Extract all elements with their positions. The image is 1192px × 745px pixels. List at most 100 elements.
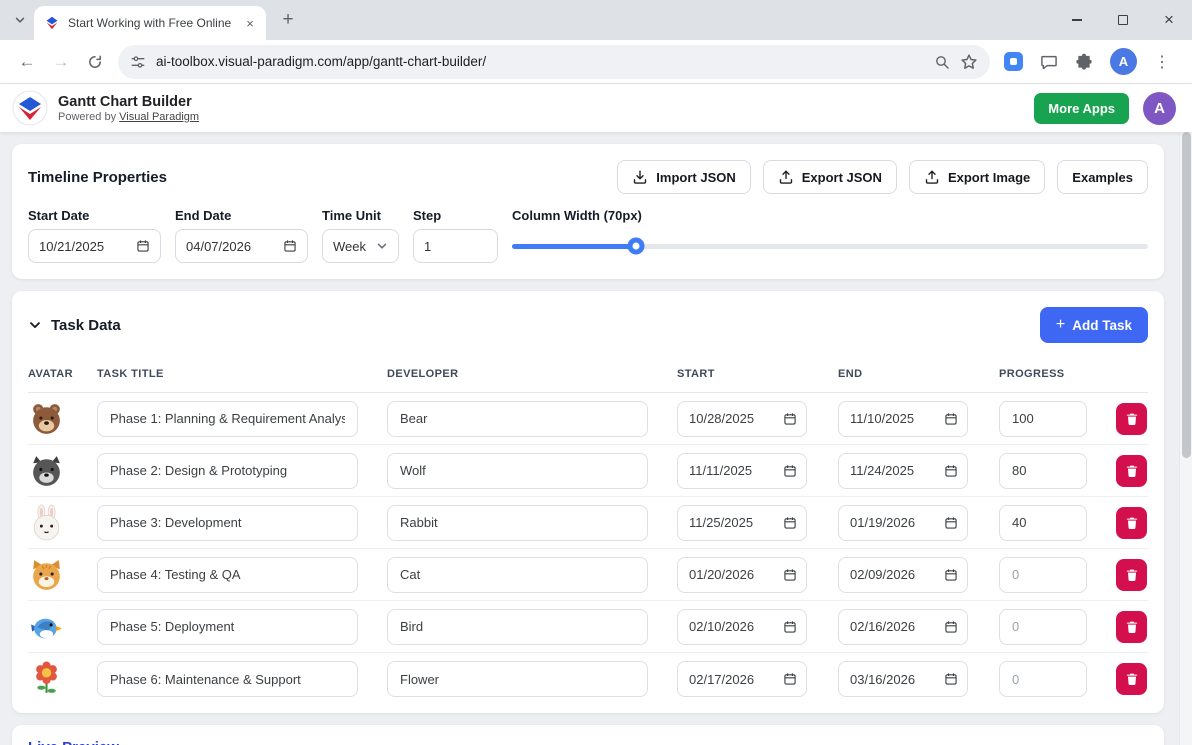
end-date-value: 04/07/2026	[186, 238, 252, 254]
task-title-input[interactable]	[97, 452, 358, 489]
row-start-date-input[interactable]: 02/17/2026	[677, 661, 807, 697]
site-info-icon[interactable]	[130, 54, 146, 70]
row-start-date-value: 11/25/2025	[689, 515, 754, 530]
window-controls: ×	[1054, 0, 1192, 40]
browser-tab[interactable]: Start Working with Free Online ×	[34, 6, 266, 40]
back-icon[interactable]: ←	[10, 45, 44, 79]
task-title-input[interactable]	[97, 504, 358, 541]
powered-by: Powered by Visual Paradigm	[58, 111, 199, 123]
import-json-button[interactable]: Import JSON	[617, 160, 751, 194]
maximize-button[interactable]	[1100, 0, 1146, 40]
developer-input[interactable]	[387, 608, 648, 645]
visual-paradigm-link[interactable]: Visual Paradigm	[119, 111, 199, 123]
url-text: ai-toolbox.visual-paradigm.com/app/gantt…	[156, 54, 487, 69]
bear-avatar	[28, 400, 97, 437]
row-end-date-value: 01/19/2026	[850, 515, 916, 530]
progress-input[interactable]	[999, 608, 1087, 645]
row-end-date-input[interactable]: 02/09/2026	[838, 556, 968, 593]
collapse-chevron-icon[interactable]	[28, 318, 42, 332]
progress-input[interactable]	[999, 452, 1087, 489]
reload-icon[interactable]	[78, 45, 112, 79]
extensions-puzzle-icon[interactable]	[1075, 53, 1093, 71]
delete-task-button[interactable]	[1116, 402, 1147, 435]
examples-button[interactable]: Examples	[1057, 160, 1148, 194]
user-avatar[interactable]: A	[1143, 91, 1176, 125]
col-avatar: AVATAR	[28, 367, 73, 380]
developer-input[interactable]	[387, 556, 648, 593]
progress-input[interactable]	[999, 556, 1087, 593]
column-width-slider[interactable]	[512, 229, 1148, 263]
row-end-date-value: 02/16/2026	[850, 619, 916, 634]
row-start-date-input[interactable]: 11/11/2025	[677, 452, 807, 489]
browser-menu-icon[interactable]: ⋮	[1154, 52, 1170, 72]
developer-input[interactable]	[387, 504, 648, 541]
minimize-button[interactable]	[1054, 0, 1100, 40]
task-title-input[interactable]	[97, 661, 358, 697]
end-date-input[interactable]: 04/07/2026	[175, 229, 308, 263]
export-json-button[interactable]: Export JSON	[762, 160, 897, 194]
start-date-field: Start Date 10/21/2025	[28, 208, 161, 263]
end-date-label: End Date	[175, 208, 232, 223]
row-end-date-value: 02/09/2026	[850, 567, 916, 582]
row-start-date-input[interactable]: 11/25/2025	[677, 504, 807, 541]
chat-icon[interactable]	[1040, 53, 1058, 71]
row-start-date-input[interactable]: 02/10/2026	[677, 608, 807, 645]
browser-extension-icon[interactable]	[1004, 52, 1023, 71]
page-content: Timeline Properties Import JSON Export J…	[0, 132, 1192, 745]
window-close-button[interactable]: ×	[1146, 0, 1192, 40]
slider-track[interactable]	[512, 237, 1148, 255]
developer-input[interactable]	[387, 661, 648, 697]
new-tab-button[interactable]: +	[274, 6, 302, 34]
tab-search-chevron-icon[interactable]	[6, 6, 34, 34]
row-end-date-input[interactable]: 11/10/2025	[838, 400, 968, 437]
delete-task-button[interactable]	[1116, 506, 1147, 539]
rabbit-avatar	[28, 504, 97, 541]
row-start-date-value: 02/17/2026	[689, 671, 755, 687]
row-start-date-input[interactable]: 01/20/2026	[677, 556, 807, 593]
app-header: Gantt Chart Builder Powered by Visual Pa…	[0, 84, 1192, 132]
col-progress: PROGRESS	[999, 367, 1065, 380]
forward-icon[interactable]: →	[44, 45, 78, 79]
browser-window: Start Working with Free Online × + × ← →…	[0, 0, 1192, 745]
tab-favicon	[44, 15, 60, 31]
time-unit-field: Time Unit Week	[322, 208, 399, 263]
address-bar[interactable]: ai-toolbox.visual-paradigm.com/app/gantt…	[118, 44, 990, 79]
slider-thumb[interactable]	[627, 237, 645, 255]
task-title-input[interactable]	[97, 608, 358, 645]
progress-input[interactable]	[999, 504, 1087, 541]
time-unit-select[interactable]: Week	[322, 229, 399, 263]
row-end-date-value: 11/10/2025	[850, 411, 915, 426]
profile-avatar[interactable]: A	[1110, 48, 1137, 75]
export-image-button[interactable]: Export Image	[908, 160, 1046, 194]
delete-task-button[interactable]	[1116, 558, 1147, 591]
row-end-date-input[interactable]: 02/16/2026	[838, 608, 968, 645]
table-header-row: AVATAR TASK TITLE DEVELOPER START END PR…	[28, 355, 1148, 393]
row-end-date-input[interactable]: 03/16/2026	[838, 661, 968, 697]
developer-input[interactable]	[387, 400, 648, 437]
delete-task-button[interactable]	[1116, 663, 1147, 695]
bookmark-star-icon[interactable]	[960, 53, 978, 71]
step-input[interactable]	[413, 229, 498, 263]
row-end-date-value: 03/16/2026	[850, 671, 916, 687]
delete-task-button[interactable]	[1116, 454, 1147, 487]
task-title-input[interactable]	[97, 556, 358, 593]
task-row: 02/10/2026 02/16/2026	[28, 601, 1148, 653]
add-task-button[interactable]: + Add Task	[1039, 307, 1148, 343]
row-end-date-input[interactable]: 11/24/2025	[838, 452, 968, 489]
tab-strip: Start Working with Free Online × + ×	[0, 0, 1192, 40]
tab-close-icon[interactable]: ×	[242, 15, 258, 31]
scrollbar-thumb[interactable]	[1182, 132, 1191, 458]
row-end-date-input[interactable]: 01/19/2026	[838, 504, 968, 541]
page-scrollbar[interactable]	[1179, 84, 1192, 745]
start-date-input[interactable]: 10/21/2025	[28, 229, 161, 263]
column-width-label: Column Width (70px)	[512, 208, 642, 223]
task-title-input[interactable]	[97, 400, 358, 437]
zoom-icon[interactable]	[934, 54, 950, 70]
app-title: Gantt Chart Builder	[58, 93, 192, 110]
progress-input[interactable]	[999, 661, 1087, 697]
row-start-date-input[interactable]: 10/28/2025	[677, 400, 807, 437]
developer-input[interactable]	[387, 452, 648, 489]
more-apps-button[interactable]: More Apps	[1034, 92, 1129, 124]
progress-input[interactable]	[999, 400, 1087, 437]
delete-task-button[interactable]	[1116, 610, 1147, 643]
